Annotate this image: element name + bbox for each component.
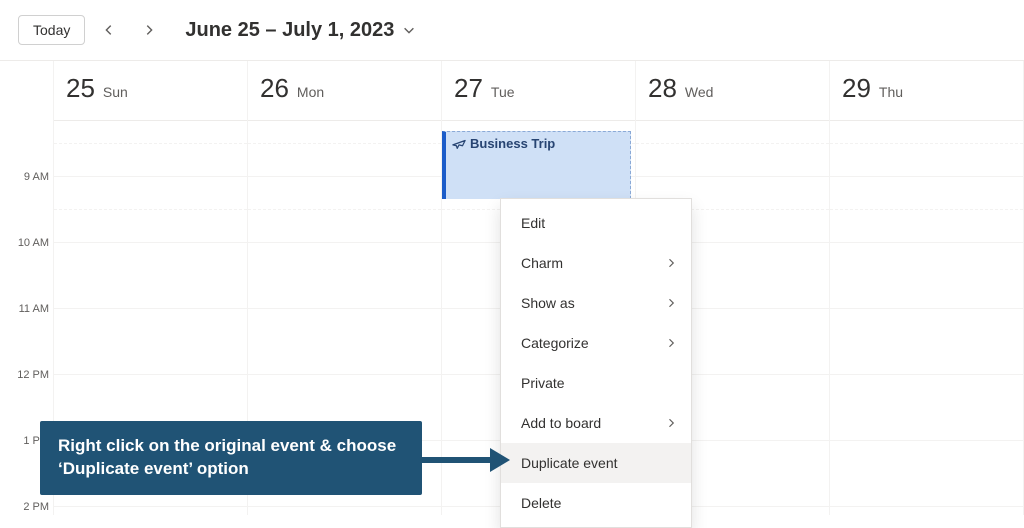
today-button[interactable]: Today xyxy=(18,15,85,45)
day-number: 29 xyxy=(842,73,871,104)
day-number: 28 xyxy=(648,73,677,104)
date-range-picker[interactable]: June 25 – July 1, 2023 xyxy=(185,19,416,42)
menu-item-label: Duplicate event xyxy=(521,455,618,471)
menu-item-label: Add to board xyxy=(521,415,601,431)
menu-item-charm[interactable]: Charm xyxy=(501,243,691,283)
menu-item-label: Private xyxy=(521,375,565,391)
hour-label: 2 PM xyxy=(23,501,49,513)
menu-item-edit[interactable]: Edit xyxy=(501,203,691,243)
hour-label: 9 AM xyxy=(24,171,49,183)
hour-label: 11 AM xyxy=(19,303,49,315)
day-of-week: Sun xyxy=(103,84,128,100)
chevron-left-icon xyxy=(102,23,116,37)
chevron-right-icon xyxy=(665,417,677,429)
day-number: 25 xyxy=(66,73,95,104)
menu-item-label: Categorize xyxy=(521,335,589,351)
day-of-week: Wed xyxy=(685,84,714,100)
hour-label: 12 PM xyxy=(17,369,49,381)
grid-lines xyxy=(830,121,1023,515)
menu-item-label: Delete xyxy=(521,495,561,511)
airplane-icon xyxy=(452,137,466,151)
menu-item-categorize[interactable]: Categorize xyxy=(501,323,691,363)
day-of-week: Tue xyxy=(491,84,515,100)
next-week-button[interactable] xyxy=(133,14,165,46)
chevron-right-icon xyxy=(665,297,677,309)
day-header: 27 Tue xyxy=(442,61,635,121)
day-header: 28 Wed xyxy=(636,61,829,121)
annotation-arrow xyxy=(422,446,510,474)
day-of-week: Thu xyxy=(879,84,903,100)
menu-item-private[interactable]: Private xyxy=(501,363,691,403)
menu-item-duplicate-event[interactable]: Duplicate event xyxy=(501,443,691,483)
day-header: 26 Mon xyxy=(248,61,441,121)
day-number: 26 xyxy=(260,73,289,104)
date-range-text: June 25 – July 1, 2023 xyxy=(185,19,394,42)
arrow-right-icon xyxy=(422,446,510,474)
calendar-event[interactable]: Business Trip xyxy=(442,131,631,199)
hour-label: 10 AM xyxy=(18,237,49,249)
chevron-down-icon xyxy=(402,23,416,37)
day-header: 25 Sun xyxy=(54,61,247,121)
chevron-right-icon xyxy=(665,257,677,269)
menu-item-add-to-board[interactable]: Add to board xyxy=(501,403,691,443)
event-context-menu: Edit Charm Show as Categorize Private Ad… xyxy=(500,198,692,528)
event-title: Business Trip xyxy=(470,136,555,151)
calendar-toolbar: Today June 25 – July 1, 2023 xyxy=(0,0,1024,60)
day-header: 29 Thu xyxy=(830,61,1023,121)
day-column-thu[interactable]: 29 Thu xyxy=(830,61,1024,515)
prev-week-button[interactable] xyxy=(93,14,125,46)
menu-item-show-as[interactable]: Show as xyxy=(501,283,691,323)
menu-item-delete[interactable]: Delete xyxy=(501,483,691,523)
chevron-right-icon xyxy=(142,23,156,37)
day-of-week: Mon xyxy=(297,84,324,100)
day-number: 27 xyxy=(454,73,483,104)
menu-item-label: Edit xyxy=(521,215,545,231)
annotation-callout: Right click on the original event & choo… xyxy=(40,421,422,495)
menu-item-label: Show as xyxy=(521,295,575,311)
menu-item-label: Charm xyxy=(521,255,563,271)
chevron-right-icon xyxy=(665,337,677,349)
